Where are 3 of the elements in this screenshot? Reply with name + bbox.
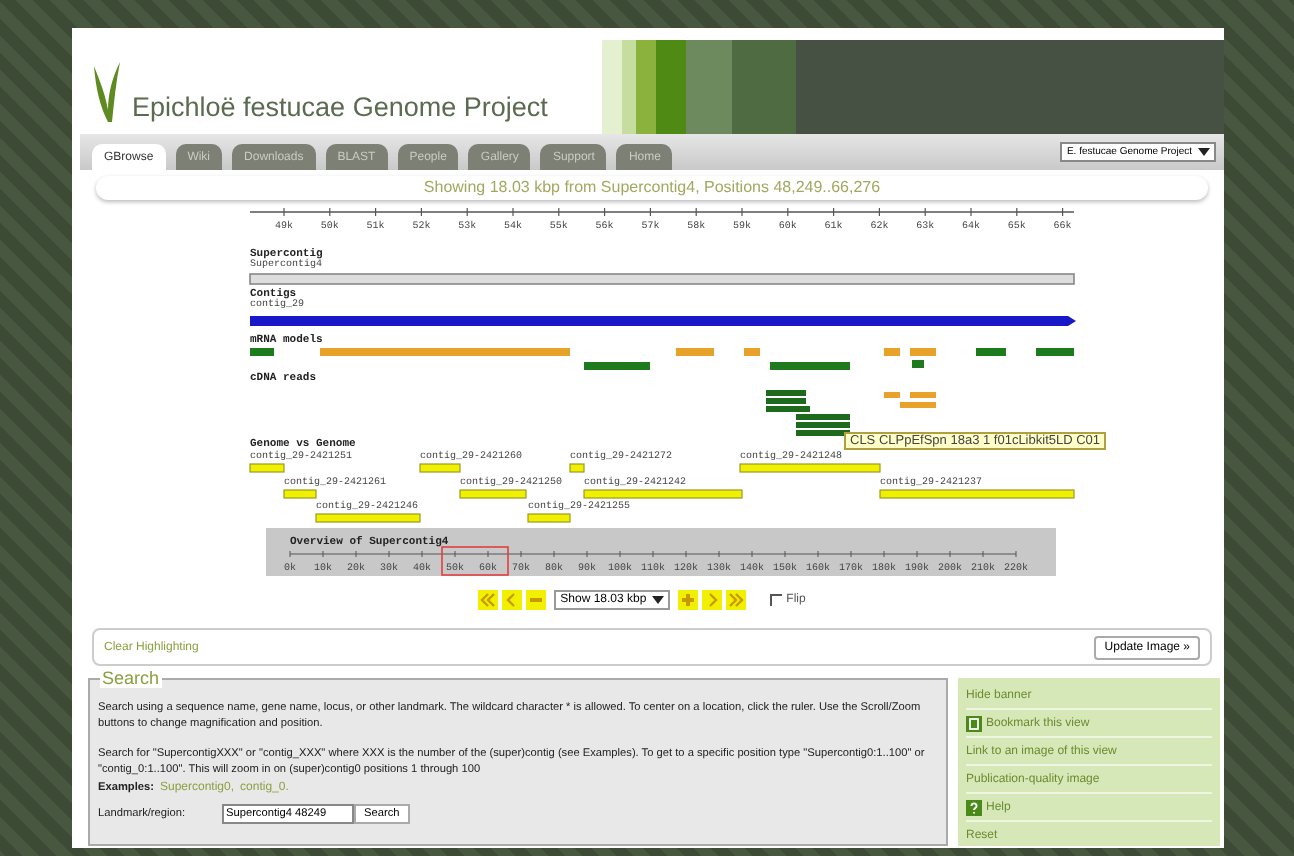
search-legend: Search bbox=[100, 668, 162, 688]
site-title: Epichloë festucae Genome Project bbox=[132, 92, 548, 122]
position-banner: Showing 18.03 kbp from Supercontig4, Positions 48,249..66,276 bbox=[96, 176, 1208, 200]
